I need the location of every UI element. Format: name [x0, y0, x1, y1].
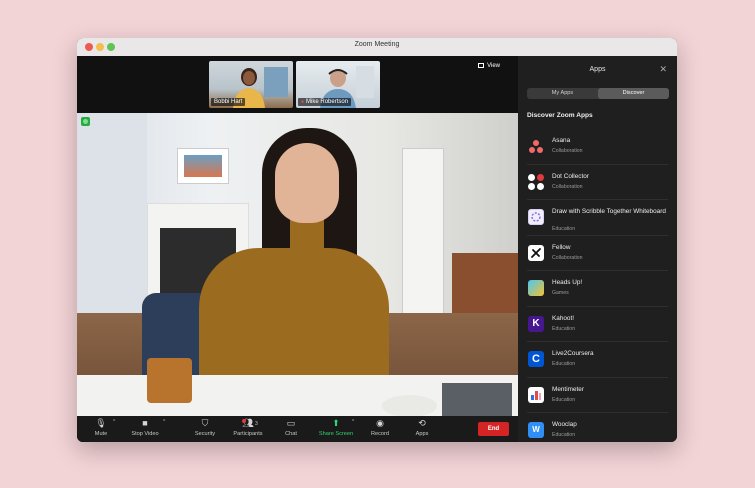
record-button[interactable]: ◉ Record: [358, 418, 402, 437]
app-category: Education: [552, 432, 576, 438]
app-item-fellow[interactable]: Fellow Collaboration: [527, 236, 668, 271]
active-speaker-icon: [81, 117, 90, 126]
thumbnail-strip: Bobbi Hart ● Mike Robertson View: [77, 56, 518, 113]
scene-door: [402, 148, 444, 330]
microphone-icon: 🎙︎: [95, 418, 107, 428]
apps-sidebar: Apps ✕ My Apps Discover Discover Zoom Ap…: [518, 56, 677, 442]
app-name: Asana: [552, 137, 571, 144]
app-item-live2coursera[interactable]: C Live2Coursera Education: [527, 342, 668, 378]
tab-discover[interactable]: Discover: [598, 88, 669, 99]
app-item-heads-up[interactable]: Heads Up! Games: [527, 271, 668, 307]
mic-muted-icon: ●: [301, 99, 305, 105]
participants-button[interactable]: 👥︎ 3 Participants: [226, 418, 270, 437]
wooclap-icon: W: [528, 422, 544, 438]
tab-my-apps[interactable]: My Apps: [527, 88, 598, 99]
scene-laptop: [442, 383, 512, 416]
title-bar: Zoom Meeting: [77, 38, 677, 57]
shield-icon: ⛉: [201, 418, 209, 428]
main-speaker-video: [77, 113, 518, 416]
chat-bubble-icon: ▭: [286, 418, 296, 428]
app-category: Education: [552, 226, 576, 232]
apps-button[interactable]: ⟲ Apps: [400, 418, 444, 437]
speaker-face: [275, 143, 339, 223]
app-item-kahoot[interactable]: K Kahoot! Education: [527, 307, 668, 342]
app-category: Education: [552, 396, 576, 403]
stop-video-button[interactable]: ■ Stop Video: [123, 418, 167, 437]
mute-button[interactable]: 🎙︎ Mute: [79, 418, 123, 437]
window-title: Zoom Meeting: [354, 41, 400, 48]
participant-name: Bobbi Hart: [211, 98, 246, 106]
apps-tab-switcher: My Apps Discover: [527, 88, 669, 99]
mentimeter-icon: [528, 386, 544, 403]
participants-count: 3: [255, 421, 258, 427]
scene-mug: [382, 395, 437, 416]
coursera-icon: C: [528, 351, 544, 367]
app-name: Fellow: [552, 243, 571, 251]
record-icon: ◉: [376, 418, 384, 428]
grid-view-icon: [478, 63, 485, 68]
scene-pencil-cup: [147, 358, 192, 403]
app-category: Education: [552, 361, 576, 367]
asana-icon: [528, 138, 544, 154]
video-options-chevron-icon[interactable]: ^: [163, 419, 165, 425]
fellow-icon: [528, 244, 544, 261]
scribble-icon: [528, 209, 544, 225]
meeting-toolbar: 🎙︎ Mute ^ ■ Stop Video ^ ⛉ Security 👥︎ 3…: [77, 416, 518, 442]
app-name: Wooclap: [552, 421, 577, 428]
app-category: Collaboration: [552, 254, 583, 261]
app-name: Live2Coursera: [552, 350, 594, 357]
section-title: Discover Zoom Apps: [527, 112, 593, 119]
participant-name: ● Mike Robertson: [298, 98, 352, 106]
participant-thumbnail[interactable]: Bobbi Hart: [209, 61, 293, 108]
dot-collector-icon: [528, 173, 544, 190]
app-name: Dot Collector: [552, 172, 589, 180]
participant-thumbnail[interactable]: ● Mike Robertson: [296, 61, 380, 108]
chat-button[interactable]: ▭ Chat: [269, 418, 313, 437]
app-item-asana[interactable]: Asana Collaboration: [527, 129, 668, 165]
app-category: Collaboration: [552, 148, 583, 154]
apps-icon: ⟲: [418, 418, 426, 428]
app-name: Draw with Scribble Together Whiteboard: [552, 208, 666, 215]
app-item-mentimeter[interactable]: Mentimeter Education: [527, 378, 668, 413]
app-category: Collaboration: [552, 183, 583, 190]
sidebar-title: Apps: [589, 66, 606, 73]
scene-cabinet: [452, 253, 518, 313]
app-item-dot-collector[interactable]: Dot Collector Collaboration: [527, 165, 668, 200]
end-meeting-button[interactable]: End: [478, 422, 509, 436]
notification-dot: [242, 419, 246, 423]
app-category: Education: [552, 325, 576, 332]
app-list: Asana Collaboration Dot Collector Collab…: [518, 129, 677, 442]
view-button[interactable]: View: [478, 63, 500, 69]
app-name: Heads Up!: [552, 279, 583, 286]
app-name: Mentimeter: [552, 385, 584, 393]
heads-up-icon: [528, 280, 544, 296]
zoom-window: Zoom Meeting Bobbi Hart ● Mike Robertson…: [77, 38, 677, 442]
security-button[interactable]: ⛉ Security: [183, 418, 227, 437]
share-screen-icon: ⬆: [332, 418, 340, 428]
share-options-chevron-icon[interactable]: ^: [352, 419, 354, 425]
app-item-scribble[interactable]: Draw with Scribble Together Whiteboard E…: [527, 200, 668, 236]
app-item-wooclap[interactable]: W Wooclap Education: [527, 413, 668, 442]
app-category: Games: [552, 290, 569, 296]
video-camera-icon: ■: [142, 418, 148, 428]
app-name: Kahoot!: [552, 314, 575, 322]
scene-painting: [177, 148, 229, 184]
mute-options-chevron-icon[interactable]: ^: [113, 419, 115, 425]
close-icon[interactable]: ✕: [659, 64, 667, 75]
kahoot-icon: K: [528, 315, 544, 332]
video-area: Bobbi Hart ● Mike Robertson View 🎙︎ Mute…: [77, 56, 518, 442]
